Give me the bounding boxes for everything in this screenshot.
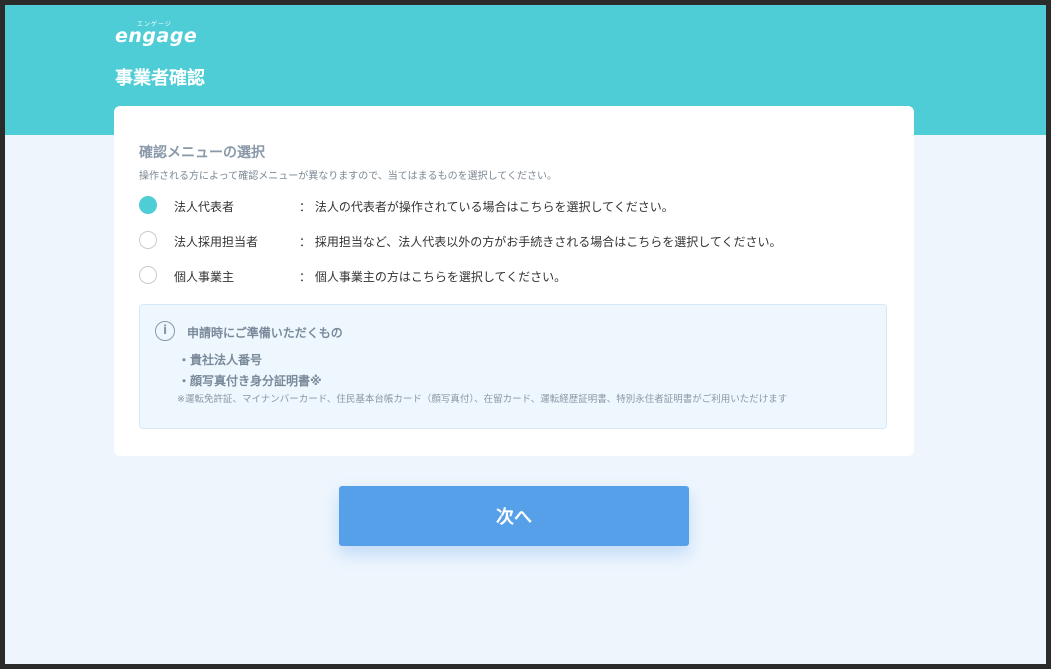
option-description: ： 採用担当など、法人代表以外の方がお手続きされる場合はこちらを選択してください…	[299, 235, 782, 249]
option-sole-proprietor[interactable]: 個人事業主 ： 個人事業主の方はこちらを選択してください。	[139, 266, 879, 286]
option-recruitment-staff[interactable]: 法人採用担当者 ： 採用担当など、法人代表以外の方がお手続きされる場合はこちらを…	[139, 231, 879, 251]
radio-button-selected[interactable]	[139, 196, 157, 214]
logo-text: engage	[115, 25, 198, 47]
info-item-photo-id: ・顔写真付き身分証明書※	[178, 374, 322, 388]
next-button[interactable]: 次へ	[339, 486, 689, 546]
info-title: 申請時にご準備いただくもの	[187, 326, 343, 340]
option-description: ： 法人の代表者が操作されている場合はこちらを選択してください。	[299, 200, 674, 214]
option-corporate-representative[interactable]: 法人代表者 ： 法人の代表者が操作されている場合はこちらを選択してください。	[139, 196, 879, 216]
menu-card: 確認メニューの選択 操作される方によって確認メニューが異なりますので、当てはまる…	[114, 106, 914, 456]
info-note: ※運転免許証、マイナンバーカード、住民基本台帳カード（顔写真付）、在留カード、運…	[177, 394, 788, 405]
option-label: 個人事業主	[174, 270, 235, 284]
info-icon: i	[155, 321, 175, 341]
option-label: 法人代表者	[174, 200, 235, 214]
page-title: 事業者確認	[115, 68, 205, 89]
requirements-info-box: i 申請時にご準備いただくもの ・貴社法人番号 ・顔写真付き身分証明書※ ※運転…	[139, 304, 887, 429]
option-label: 法人採用担当者	[174, 235, 259, 249]
info-item-corporate-number: ・貴社法人番号	[178, 353, 263, 367]
page: エンゲージ engage 事業者確認 確認メニューの選択 操作される方によって確…	[5, 5, 1046, 664]
radio-button[interactable]	[139, 231, 157, 249]
section-title: 確認メニューの選択	[139, 145, 265, 161]
section-description: 操作される方によって確認メニューが異なりますので、当てはまるものを選択してくださ…	[139, 171, 557, 182]
radio-button[interactable]	[139, 266, 157, 284]
option-description: ： 個人事業主の方はこちらを選択してください。	[299, 270, 567, 284]
